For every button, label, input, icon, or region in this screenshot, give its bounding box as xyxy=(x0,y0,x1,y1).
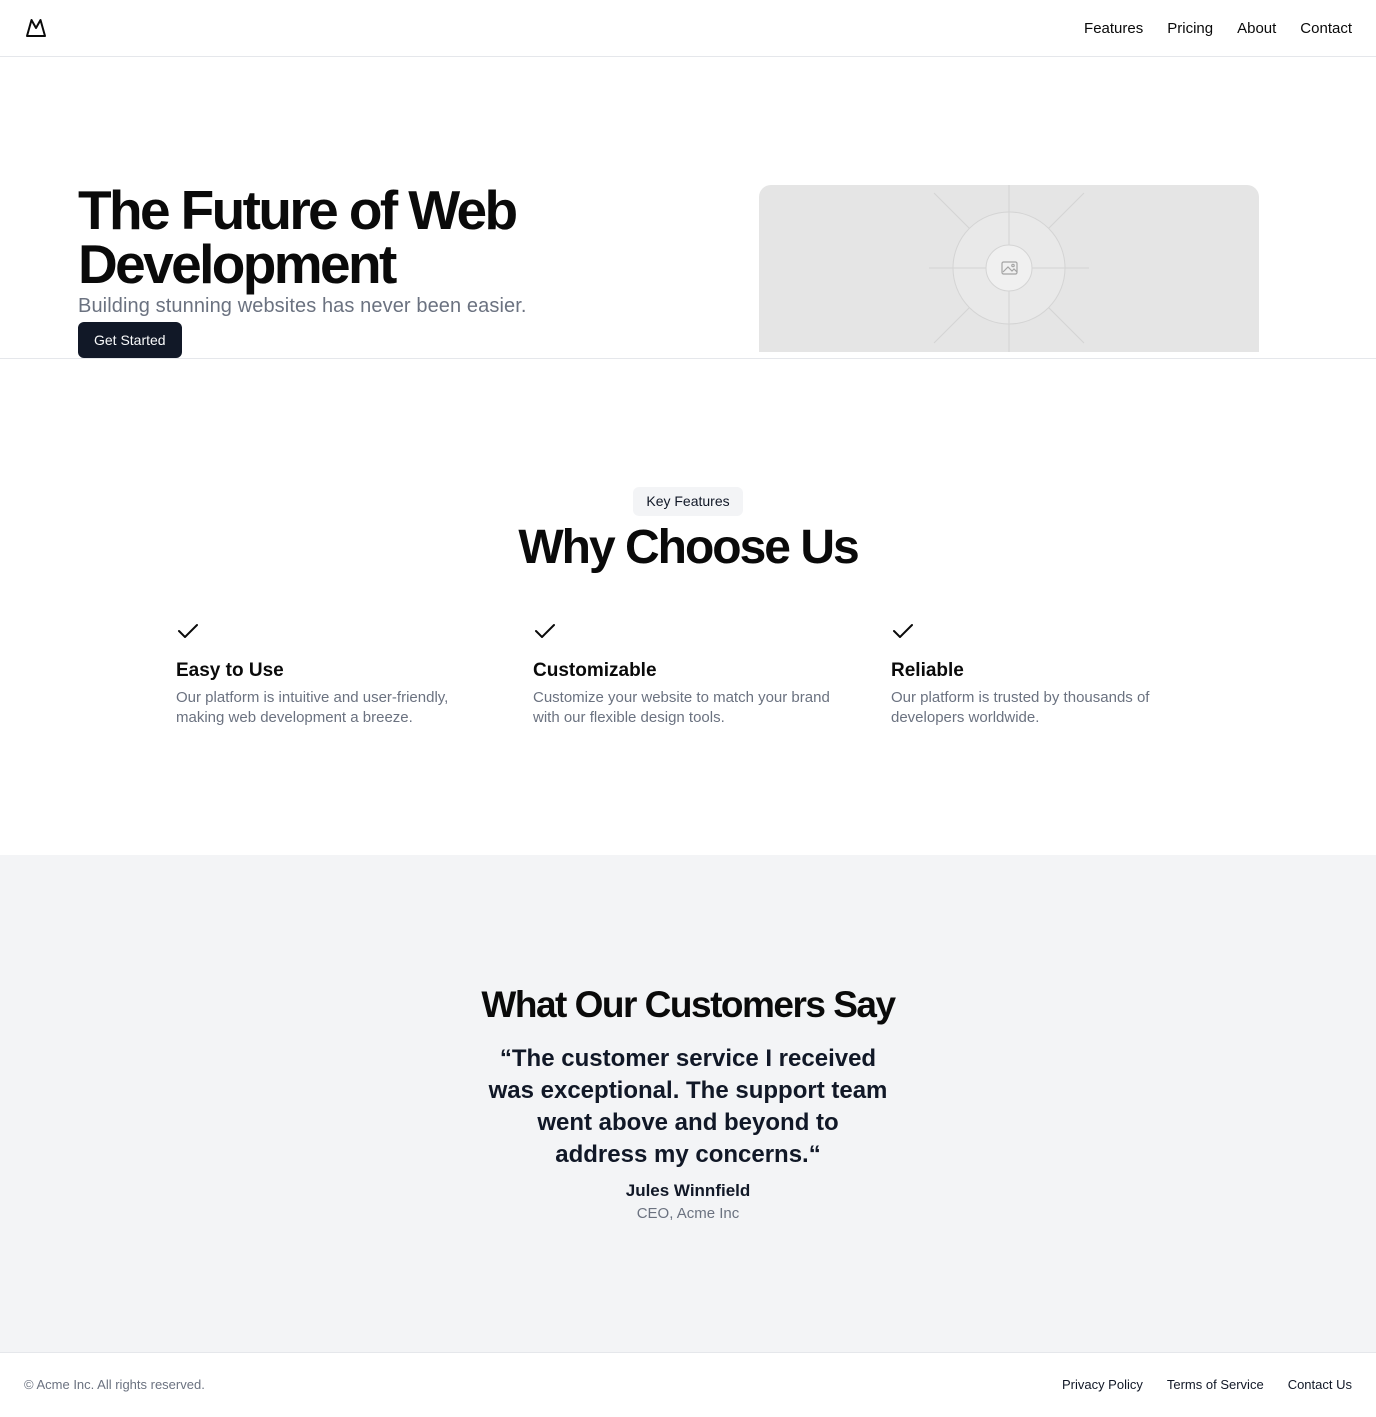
hero-title: The Future of Web Development xyxy=(78,179,518,295)
check-icon xyxy=(178,624,198,638)
hero-image-placeholder xyxy=(759,185,1259,352)
site-header: Features Pricing About Contact xyxy=(0,0,1376,57)
feature-title: Reliable xyxy=(891,660,964,681)
feature-card: Reliable Our platform is trusted by thou… xyxy=(891,619,1191,728)
testimonial-role: CEO, Acme Inc xyxy=(636,1205,740,1222)
nav-link-pricing[interactable]: Pricing xyxy=(1167,20,1213,37)
footer-nav: Privacy Policy Terms of Service Contact … xyxy=(1062,1377,1352,1392)
check-icon xyxy=(893,624,913,638)
footer-link-contact[interactable]: Contact Us xyxy=(1288,1377,1352,1392)
footer-link-privacy[interactable]: Privacy Policy xyxy=(1062,1377,1143,1392)
feature-title: Easy to Use xyxy=(176,660,284,681)
feature-title: Customizable xyxy=(533,660,657,681)
feature-card: Customizable Customize your website to m… xyxy=(533,619,833,728)
testimonial-title: What Our Customers Say xyxy=(481,984,896,1025)
site-footer: © Acme Inc. All rights reserved. Privacy… xyxy=(0,1352,1376,1417)
get-started-button[interactable]: Get Started xyxy=(78,322,182,358)
features-title: Why Choose Us xyxy=(518,521,859,574)
footer-link-terms[interactable]: Terms of Service xyxy=(1167,1377,1264,1392)
feature-card: Easy to Use Our platform is intuitive an… xyxy=(176,619,476,728)
testimonial-quote: “The customer service I received was exc… xyxy=(488,1045,888,1168)
main-nav: Features Pricing About Contact xyxy=(1084,0,1352,56)
features-section: Key Features Why Choose Us Easy to Use O… xyxy=(0,359,1376,855)
check-icon xyxy=(535,624,555,638)
key-features-badge: Key Features xyxy=(633,487,743,516)
mountain-icon[interactable] xyxy=(24,16,48,40)
image-placeholder-icon xyxy=(929,185,1089,352)
feature-description: Customize your website to match your bra… xyxy=(533,689,830,726)
testimonial-author: Jules Winnfield xyxy=(625,1181,751,1200)
feature-description: Our platform is trusted by thousands of … xyxy=(891,689,1150,726)
nav-link-features[interactable]: Features xyxy=(1084,20,1143,37)
testimonial-section: What Our Customers Say “The customer ser… xyxy=(0,855,1376,1352)
nav-link-about[interactable]: About xyxy=(1237,20,1276,37)
nav-link-contact[interactable]: Contact xyxy=(1300,20,1352,37)
hero-section: The Future of Web Development Building s… xyxy=(0,57,1376,359)
feature-description: Our platform is intuitive and user-frien… xyxy=(176,689,449,726)
hero-subtitle: Building stunning websites has never bee… xyxy=(78,295,527,317)
copyright-text: © Acme Inc. All rights reserved. xyxy=(24,1377,205,1392)
